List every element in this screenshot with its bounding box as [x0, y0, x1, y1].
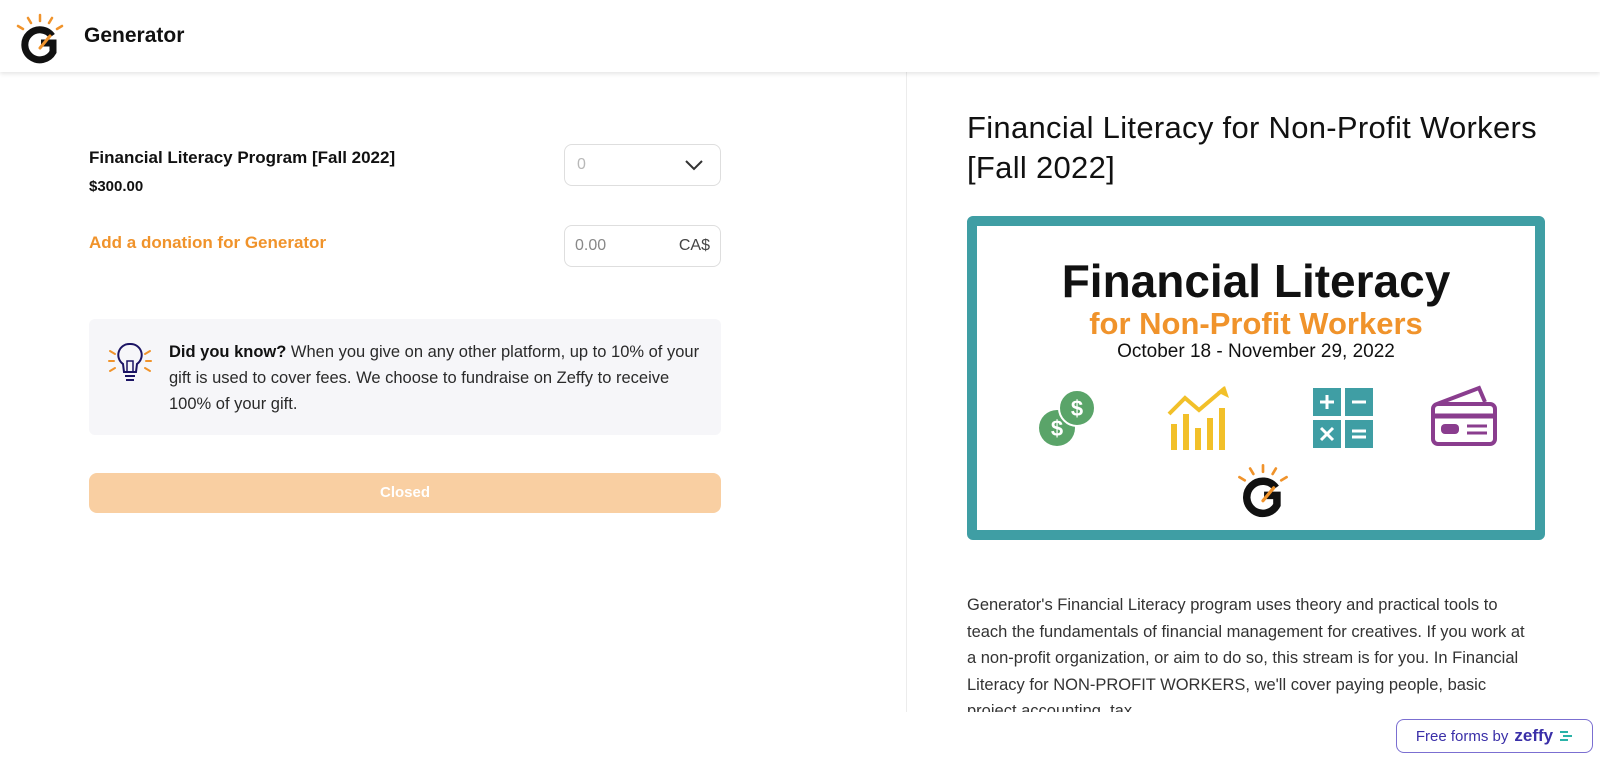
zeffy-logo-icon — [1560, 731, 1573, 741]
calculator-icon — [1313, 388, 1373, 448]
column-divider — [906, 72, 907, 712]
free-forms-by-zeffy-link[interactable]: Free forms by zeffy — [1396, 719, 1593, 753]
zeffy-brand: zeffy — [1514, 726, 1554, 745]
dollar-coins-icon: $ $ — [1039, 389, 1096, 446]
generator-logo[interactable] — [12, 12, 68, 64]
event-banner-image: Financial Literacy for Non-Profit Worker… — [967, 216, 1545, 540]
did-you-know-heading: Did you know? — [169, 343, 287, 361]
event-title: Financial Literacy for Non-Profit Worker… — [967, 110, 1537, 185]
currency-label: CA$ — [678, 237, 710, 254]
closed-button[interactable]: Closed — [89, 473, 721, 513]
donation-label[interactable]: Add a donation for Generator — [89, 233, 326, 253]
brand-name: Generator — [84, 24, 185, 47]
ticket-form: Financial Literacy Program [Fall 2022] $… — [0, 72, 906, 762]
top-header: Generator — [0, 0, 1600, 72]
bar-chart-growth-icon — [1167, 386, 1229, 450]
svg-text:$: $ — [1071, 396, 1083, 421]
did-you-know-box: Did you know? When you give on any other… — [89, 319, 721, 435]
event-description: Generator's Financial Literacy program u… — [967, 596, 1525, 712]
banner-dates: October 18 - November 29, 2022 — [1117, 341, 1395, 362]
banner-generator-logo — [1238, 464, 1288, 518]
banner-title: Financial Literacy — [1061, 255, 1451, 307]
donation-field[interactable]: CA$ — [564, 225, 721, 267]
did-you-know-text: Did you know? When you give on any other… — [169, 339, 709, 417]
free-forms-label: Free forms by — [1415, 727, 1509, 745]
lightbulb-icon — [108, 342, 152, 381]
bottom-band — [0, 712, 1600, 762]
svg-text:$: $ — [1051, 416, 1063, 441]
credit-card-icon — [1431, 385, 1497, 446]
donation-amount-input[interactable] — [575, 237, 665, 255]
product-name: Financial Literacy Program [Fall 2022] — [89, 148, 396, 167]
quantity-value: 0 — [577, 156, 586, 173]
chevron-down-icon — [685, 160, 703, 171]
banner-subtitle: for Non-Profit Workers — [1089, 306, 1423, 341]
product-price: $300.00 — [89, 178, 144, 195]
quantity-select[interactable]: 0 — [564, 144, 721, 186]
